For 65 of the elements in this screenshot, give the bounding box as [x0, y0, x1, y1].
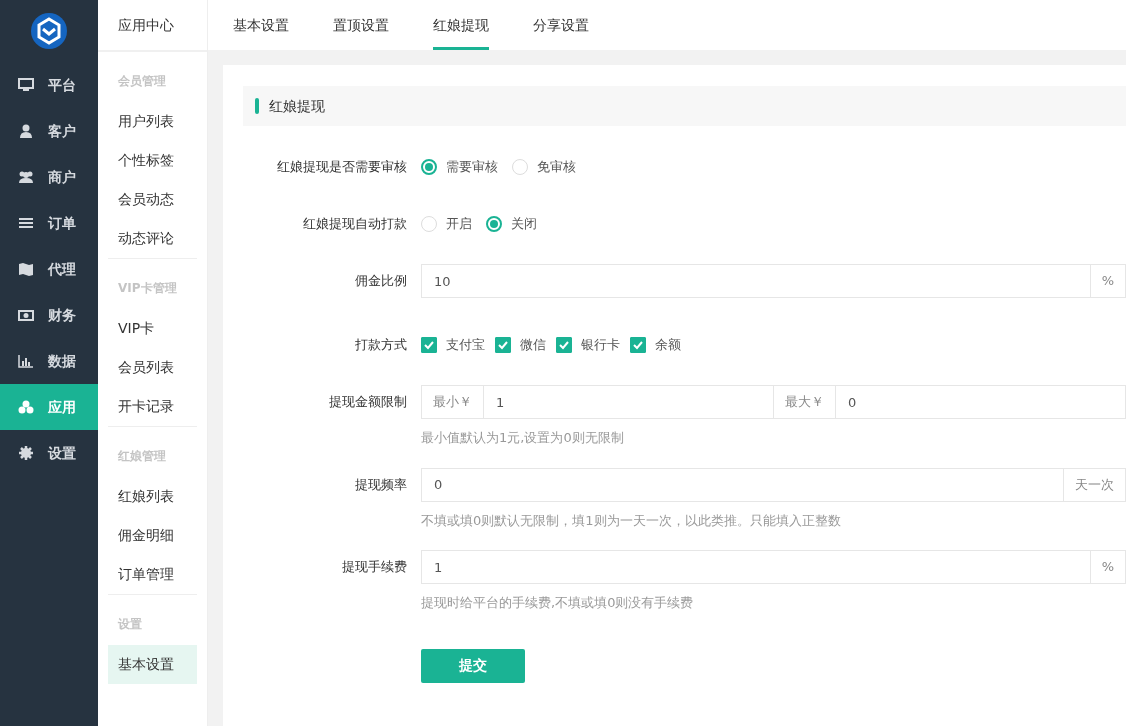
sidebar-item[interactable]: 基本设置	[108, 645, 197, 684]
input-field[interactable]: 10	[421, 264, 1091, 298]
nav-item[interactable]: 数据	[0, 338, 98, 384]
sidebar-item[interactable]: 动态评论	[108, 219, 197, 258]
sidebar-item[interactable]: 订单管理	[108, 555, 197, 594]
tab[interactable]: 分享设置	[533, 0, 589, 50]
tab[interactable]: 红娘提现	[433, 0, 489, 50]
nav-item[interactable]: 订单	[0, 200, 98, 246]
field-label: 提现频率	[354, 475, 407, 494]
field-label: 打款方式	[354, 336, 407, 354]
input-field[interactable]: 1	[483, 385, 774, 419]
user-icon	[18, 123, 34, 139]
sidebar-item[interactable]: VIP卡	[108, 309, 197, 348]
unit-label: 天一次	[1063, 467, 1126, 502]
unit-label: 最小￥	[421, 385, 484, 419]
checkbox-option[interactable]: 支付宝	[421, 328, 485, 362]
field-label: 佣金比例	[354, 272, 407, 290]
settings-icon	[18, 445, 34, 461]
sidebar-item[interactable]: 开卡记录	[108, 387, 197, 426]
money-icon	[18, 307, 34, 323]
radio-option[interactable]: 开启	[421, 207, 472, 241]
nav-item[interactable]: 商户	[0, 154, 98, 200]
group-heading: 会员管理	[117, 73, 167, 90]
sidebar-item[interactable]: 个性标签	[108, 141, 197, 180]
checkbox-option[interactable]: 微信	[495, 328, 546, 362]
tab[interactable]: 基本设置	[233, 0, 289, 50]
field-label: 红娘提现自动打款	[302, 215, 407, 233]
sidebar-item[interactable]: 用户列表	[108, 102, 197, 141]
list-icon	[18, 215, 34, 231]
nav-item[interactable]: 平台	[0, 62, 98, 108]
cubes-icon	[18, 399, 34, 415]
radio-option[interactable]: 免审核	[512, 150, 576, 184]
users-icon	[18, 169, 34, 185]
sidebar-item[interactable]: 佣金明细	[108, 516, 197, 555]
input-field[interactable]: 1	[421, 550, 1091, 584]
checkbox-option[interactable]: 银行卡	[556, 328, 620, 362]
input-field[interactable]: 0	[835, 385, 1126, 419]
nav-item[interactable]: 财务	[0, 292, 98, 338]
group-heading: 红娘管理	[117, 448, 167, 465]
field-label: 提现手续费	[341, 558, 407, 576]
field-label: 提现金额限制	[328, 393, 407, 411]
hint-text: 提现时给平台的手续费,不填或填0则没有手续费	[421, 594, 695, 612]
logo-icon	[31, 13, 67, 49]
nav-item[interactable]: 客户	[0, 108, 98, 154]
input-field[interactable]: 0	[421, 467, 1064, 502]
section-title: 红娘提现	[269, 96, 325, 116]
nav-item[interactable]: 设置	[0, 430, 98, 476]
unit-label: 最大￥	[773, 385, 836, 419]
field-label: 红娘提现是否需要审核	[276, 158, 407, 176]
tab[interactable]: 置顶设置	[333, 0, 389, 50]
sidebar-item[interactable]: 会员动态	[108, 180, 197, 219]
unit-label: %	[1089, 550, 1126, 584]
monitor-icon	[18, 77, 34, 93]
nav-item[interactable]: 代理	[0, 246, 98, 292]
hint-text: 最小值默认为1元,设置为0则无限制	[421, 429, 625, 447]
map-icon	[18, 261, 34, 277]
sidebar-item[interactable]: 红娘列表	[108, 477, 197, 516]
bar-chart-icon	[18, 353, 34, 369]
radio-option[interactable]: 关闭	[486, 207, 537, 241]
checkbox-option[interactable]: 余额	[630, 328, 681, 362]
unit-label: %	[1089, 264, 1126, 298]
sidebar-item[interactable]: 会员列表	[108, 348, 197, 387]
group-heading: 设置	[116, 616, 143, 633]
radio-option[interactable]: 需要审核	[421, 150, 498, 184]
group-heading: VIP卡管理	[117, 280, 178, 297]
